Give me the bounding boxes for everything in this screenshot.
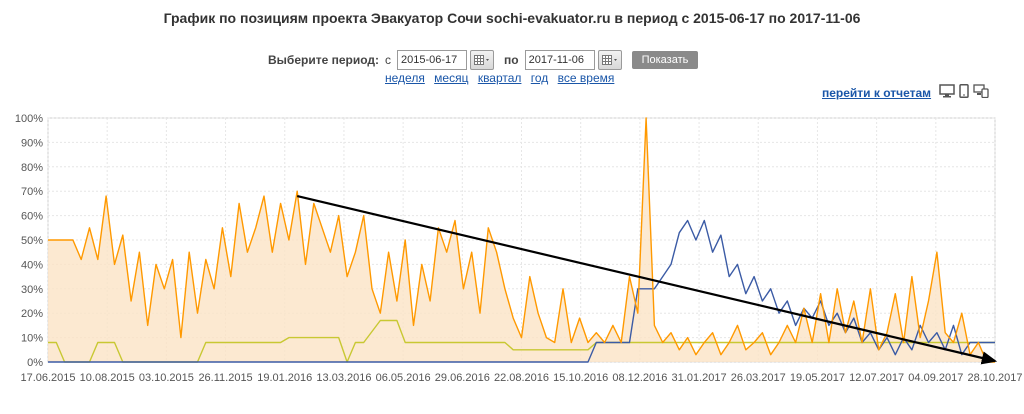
x-tick-label: 15.10.2016 [553,372,608,384]
x-tick-label: 26.11.2015 [198,372,252,384]
x-tick-label: 19.05.2017 [790,372,845,384]
quick-link-year[interactable]: год [531,71,549,85]
y-tick-label: 40% [21,259,43,271]
x-tick-label: 08.12.2016 [612,372,667,384]
x-tick-label: 19.01.2016 [257,372,312,384]
calendar-icon [474,55,490,65]
y-tick-label: 100% [15,113,43,125]
desktop-icon[interactable] [939,84,955,101]
x-tick-label: 03.10.2015 [139,372,194,384]
reports-link[interactable]: перейти к отчетам [822,86,931,100]
x-tick-label: 17.06.2015 [20,372,75,384]
date-from-input[interactable] [397,50,468,70]
y-tick-label: 30% [21,284,43,296]
y-tick-label: 90% [21,137,43,149]
y-tick-label: 60% [21,211,43,223]
from-prefix: с [385,53,392,67]
x-tick-label: 28.10.2017 [967,372,1022,384]
quick-link-week[interactable]: неделя [385,71,425,85]
calendar-icon [601,55,617,65]
page-title: График по позициям проекта Эвакуатор Соч… [163,10,861,26]
multi-device-icon[interactable] [973,84,989,101]
y-tick-label: 20% [21,308,43,320]
date-to-calendar-button[interactable] [597,50,622,70]
mobile-icon[interactable] [959,84,969,101]
x-tick-label: 10.08.2015 [80,372,135,384]
period-selector: Выберите период: с по Показать [268,50,699,70]
x-tick-label: 04.09.2017 [908,372,963,384]
quick-link-quarter[interactable]: квартал [478,71,522,85]
reports-bar: перейти к отчетам [822,84,993,101]
y-tick-label: 0% [27,357,43,369]
position-chart: 0% 10% 20% 30% 40% 50% 60% 70% 80% 90% 100% 17.06.… [15,113,1023,384]
x-tick-label: 12.07.2017 [849,372,904,384]
x-tick-label: 13.03.2016 [316,372,371,384]
x-tick-label: 26.03.2017 [731,372,786,384]
date-to-input[interactable] [524,50,595,70]
date-from-calendar-button[interactable] [470,50,495,70]
quick-link-month[interactable]: месяц [434,71,468,85]
x-tick-label: 29.06.2016 [435,372,490,384]
y-tick-label: 70% [21,186,43,198]
period-label: Выберите период: [268,53,380,67]
show-button[interactable]: Показать [631,51,699,69]
quick-period-links: неделя месяц квартал год все время [385,71,620,85]
y-tick-label: 50% [21,235,43,247]
y-tick-label: 80% [21,162,43,174]
x-tick-label: 31.01.2017 [672,372,727,384]
x-tick-label: 22.08.2016 [494,372,549,384]
quick-link-all-time[interactable]: все время [558,71,615,85]
x-tick-label: 06.05.2016 [376,372,431,384]
to-prefix: по [504,53,519,67]
y-tick-label: 10% [21,333,43,345]
